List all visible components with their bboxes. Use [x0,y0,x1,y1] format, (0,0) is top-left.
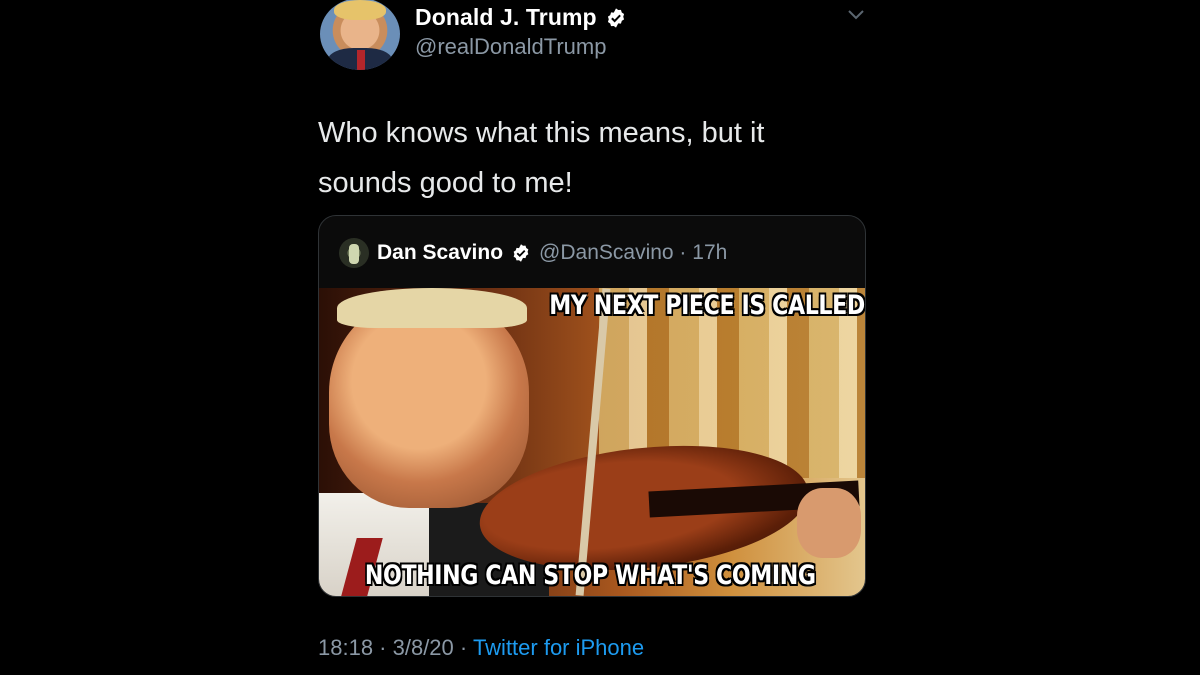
chevron-down-icon[interactable] [846,8,866,22]
quoted-author-avatar [339,238,369,268]
avatar-tie [357,50,365,70]
meme-hair [337,288,527,328]
tweet-footer: 18:18 · 3/8/20 · Twitter for iPhone [318,635,644,661]
meme-top-caption: MY NEXT PIECE IS CALLED [549,290,865,321]
tweet-text: Who knows what this means, but it sounds… [318,108,866,208]
tweet: Donald J. Trump @realDonaldTrump Who kno… [318,0,866,675]
quoted-tweet-header: Dan Scavino @DanScavino · 17h [339,238,727,268]
verified-badge-icon [607,7,624,28]
quoted-author-handle-time: @DanScavino · 17h [539,241,728,264]
author-handle[interactable]: @realDonaldTrump [415,34,606,60]
author-display-name[interactable]: Donald J. Trump [415,4,597,31]
author-avatar[interactable] [320,0,400,70]
avatar-hair [334,0,386,20]
meme-image[interactable]: MY NEXT PIECE IS CALLED NOTHING CAN STOP… [319,288,865,596]
meme-bottom-caption: NOTHING CAN STOP WHAT'S COMING [364,560,816,591]
verified-badge-icon [513,244,529,262]
meme-hand [797,488,861,558]
author-name-row[interactable]: Donald J. Trump [415,4,627,31]
tweet-source-link[interactable]: Twitter for iPhone [473,635,644,660]
tweet-timestamp[interactable]: 18:18 · 3/8/20 · [318,635,473,660]
tweet-text-line-2: sounds good to me! [318,167,573,199]
tweet-text-line-1: Who knows what this means, but it [318,117,765,149]
meme-face [329,298,529,508]
quoted-author-name: Dan Scavino [377,241,504,264]
quoted-tweet[interactable]: Dan Scavino @DanScavino · 17h MY NEXT PI… [318,215,866,597]
